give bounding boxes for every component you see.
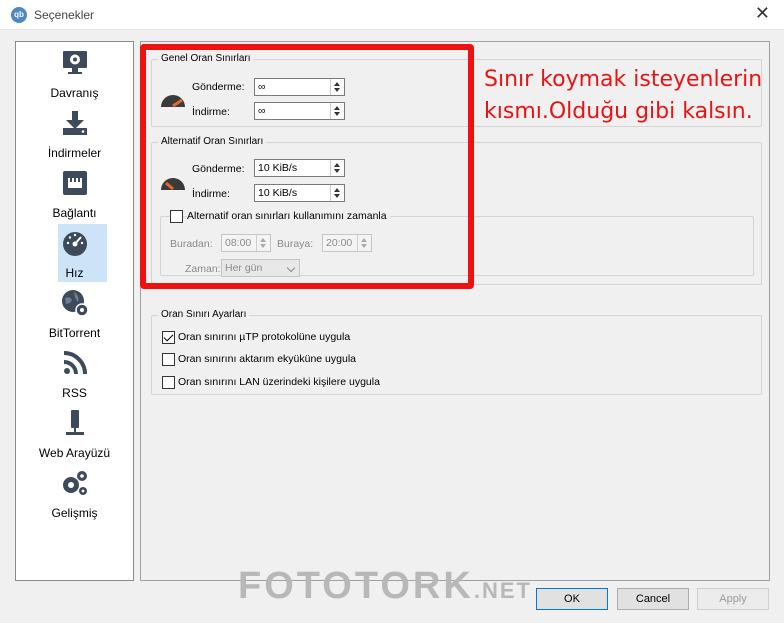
speedometer-icon (63, 232, 87, 256)
sidebar-item-label: Bağlantı (52, 206, 97, 220)
sidebar-item-label: Davranış (50, 86, 99, 100)
watermark-main: FOTOTORK (238, 565, 474, 607)
sidebar-item-davranis[interactable]: Davranış (16, 44, 133, 102)
network-port-icon (63, 171, 87, 195)
watermark: FOTOTORK.NET (238, 565, 532, 608)
download-icon (63, 111, 87, 135)
rss-icon (63, 351, 87, 375)
sidebar-item-label: Web Arayüzü (38, 446, 111, 460)
globe-gear-icon (62, 290, 89, 317)
overhead-limit-checkbox[interactable] (162, 353, 175, 366)
utp-limit-checkbox[interactable] (162, 331, 175, 344)
window-title: Seçenekler (34, 8, 95, 22)
lan-limit-label: Oran sınırını LAN üzerindeki kişilere uy… (178, 376, 380, 388)
ok-button[interactable]: OK (536, 588, 608, 610)
sidebar-item-web-arayuzu[interactable]: Web Arayüzü (16, 404, 133, 462)
sidebar: Davranış İndirmeler Bağlantı Hız BitTorr… (15, 41, 134, 581)
sidebar-item-label: Hız (65, 266, 84, 280)
sidebar-item-bittorrent[interactable]: BitTorrent (16, 284, 133, 342)
sidebar-item-label: İndirmeler (47, 146, 102, 160)
sidebar-item-label: Gelişmiş (51, 506, 98, 520)
sidebar-item-gelismis[interactable]: Gelişmiş (16, 464, 133, 522)
sidebar-item-rss[interactable]: RSS (16, 344, 133, 402)
sidebar-item-hiz[interactable]: Hız (16, 224, 133, 282)
sidebar-item-indirmeler[interactable]: İndirmeler (16, 104, 133, 162)
limit-settings-group: Oran Sınırı Ayarları Oran sınırını µTP p… (151, 309, 762, 395)
sidebar-item-baglanti[interactable]: Bağlantı (16, 164, 133, 222)
overhead-limit-label: Oran sınırını aktarım ekyüküne uygula (178, 353, 357, 365)
group-title: Oran Sınırı Ayarları (158, 309, 250, 320)
watermark-suffix: .NET (473, 578, 532, 603)
cancel-button[interactable]: Cancel (617, 588, 689, 610)
web-ui-icon (66, 410, 84, 435)
annotation-line-2: kısmı.Olduğu gibi kalsın. (484, 99, 753, 124)
sidebar-item-label: RSS (62, 386, 87, 400)
annotation-highlight-box (140, 44, 474, 289)
sidebar-item-label: BitTorrent (48, 326, 101, 340)
lan-limit-checkbox[interactable] (162, 376, 175, 389)
gears-icon (63, 471, 87, 495)
annotation-line-1: Sınır koymak isteyenlerin (484, 67, 763, 92)
close-icon[interactable]: ✕ (755, 3, 770, 24)
annotation-note: Sınır koymak isteyenlerin kısmı.Olduğu g… (484, 64, 784, 128)
app-logo-icon: qb (11, 7, 27, 23)
utp-limit-label: Oran sınırını µTP protokolüne uygula (178, 331, 351, 343)
apply-button[interactable]: Apply (697, 588, 769, 610)
title-bar: qb Seçenekler ✕ (0, 0, 784, 30)
gear-monitor-icon (63, 51, 87, 74)
